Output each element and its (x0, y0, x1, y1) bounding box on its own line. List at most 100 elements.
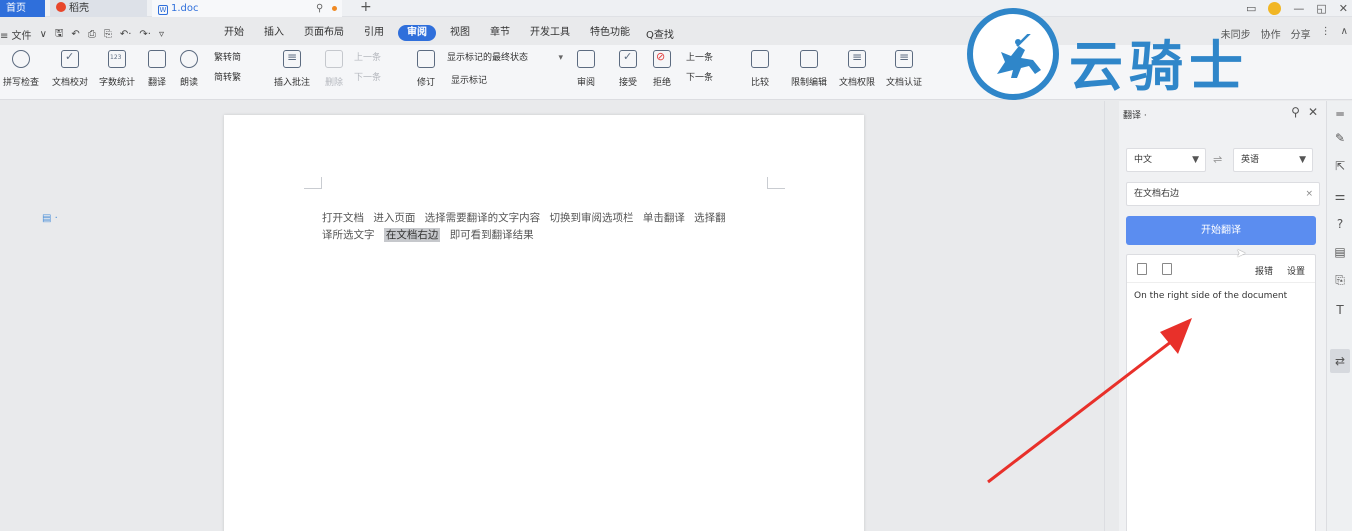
menu-insert[interactable]: 插入 (254, 25, 294, 41)
menu-start[interactable]: 开始 (214, 25, 254, 41)
delete-comment-button[interactable]: 删除 (320, 50, 348, 88)
compare-label: 比较 (750, 78, 769, 88)
search-button[interactable]: Q查找 (640, 25, 680, 42)
document-page[interactable]: 打开文档 进入页面 选择需要翻译的文字内容 切换到审阅选项栏 单击翻译 选择翻 … (224, 115, 864, 531)
translate-input-value: 在文档右边 (1134, 189, 1180, 199)
menu-chapter[interactable]: 章节 (480, 25, 520, 41)
text-icon[interactable]: T (1333, 303, 1347, 317)
insert-comment-button[interactable]: 插入批注 (270, 50, 314, 88)
wordcount-button[interactable]: 字数统计 (96, 50, 138, 88)
pen-icon[interactable]: ✎ (1333, 131, 1347, 145)
accept-label: 接受 (618, 78, 637, 88)
proofread-icon (61, 50, 79, 68)
menu-developer[interactable]: 开发工具 (520, 25, 580, 41)
review-pane-button[interactable]: 审阅 (572, 50, 600, 88)
next-change-button[interactable]: 下一条 (686, 70, 736, 86)
margin-corner-top-right (767, 177, 785, 189)
pin-pane-icon[interactable]: ⚲ (1291, 105, 1300, 119)
next-comment-button[interactable]: 下一条 (354, 70, 404, 86)
target-language-value: 英语 (1241, 155, 1260, 165)
customize-icon[interactable]: ▿ (159, 29, 164, 40)
track-changes-button[interactable]: 修订 (412, 50, 440, 88)
menu-features[interactable]: 特色功能 (580, 25, 640, 41)
doc-cert-button[interactable]: 文档认证 (883, 50, 925, 88)
document-body[interactable]: 打开文档 进入页面 选择需要翻译的文字内容 切换到审阅选项栏 单击翻译 选择翻 … (322, 210, 777, 244)
save-icon[interactable]: 🖫 (55, 26, 64, 43)
menu-icon[interactable]: ═ (1333, 107, 1347, 121)
settings-link[interactable]: 设置 (1287, 264, 1305, 277)
comment-nav-group: 上一条 下一条 (354, 50, 404, 90)
doc-copy-icon[interactable]: ⎘ (1333, 273, 1347, 287)
prev-change-button[interactable]: 上一条 (686, 50, 736, 66)
undo-icon[interactable]: ↶· (120, 29, 132, 40)
read-aloud-icon (180, 50, 198, 68)
target-language-select[interactable]: 英语 ▼ (1233, 148, 1313, 172)
tab-document[interactable]: W 1.doc ⚲ (152, 0, 342, 17)
file-menu-caret-icon[interactable]: ∨ (40, 29, 47, 40)
start-translate-button[interactable]: 开始翻译 (1126, 216, 1316, 245)
markup-mode-select[interactable]: 显示标记的最终状态 (447, 51, 565, 66)
show-markup-button[interactable]: 显示标记 (451, 73, 531, 89)
pane-header-icons: ⚲ ✕ (1291, 105, 1318, 119)
to-simp-button[interactable]: 简转繁 (214, 70, 264, 86)
source-language-value: 中文 (1134, 155, 1153, 165)
translate-input[interactable]: 在文档右边 × (1126, 182, 1320, 206)
translate-button[interactable]: 翻译 (142, 50, 172, 88)
menu-references[interactable]: 引用 (354, 25, 394, 41)
spellcheck-button[interactable]: 拼写检查 (0, 50, 42, 88)
swap-languages-icon[interactable]: ⇌ (1213, 153, 1222, 166)
unsaved-dot-icon (332, 6, 337, 11)
paragraph-options-icon[interactable]: ▤ · (42, 213, 58, 224)
file-menu[interactable]: ≡ 文件 (0, 27, 32, 42)
print-preview-icon[interactable]: ⎘ (104, 29, 112, 40)
spellcheck-label: 拼写检查 (2, 78, 39, 88)
pointer-icon[interactable]: ⇱ (1333, 159, 1347, 173)
tab-daoke[interactable]: 稻壳 (50, 0, 147, 17)
translate-label: 翻译 (147, 78, 166, 88)
menu-review[interactable]: 审阅 (398, 25, 436, 41)
collapse-ribbon-icon[interactable]: ∧ (1341, 26, 1348, 41)
undo-history-icon[interactable]: ↶ (71, 29, 79, 40)
compare-icon (751, 50, 769, 68)
restore-button[interactable]: ◱ (1316, 2, 1326, 15)
pane-title[interactable]: 翻译 · (1123, 108, 1147, 121)
read-aloud-button[interactable]: 朗读 (176, 50, 202, 88)
restrict-editing-button[interactable]: 限制编辑 (788, 50, 830, 88)
source-language-select[interactable]: 中文 ▼ (1126, 148, 1206, 172)
reject-button[interactable]: 拒绝 (648, 50, 676, 88)
tab-home[interactable]: 首页 (0, 0, 45, 17)
selected-text[interactable]: 在文档右边 (383, 228, 441, 242)
restrict-editing-label: 限制编辑 (790, 78, 827, 88)
doc-settings-icon[interactable]: ▤ (1333, 245, 1347, 259)
translate-tool-icon[interactable]: ⇄ (1330, 349, 1350, 373)
clear-input-icon[interactable]: × (1305, 183, 1313, 205)
new-tab-button[interactable]: + (360, 0, 372, 15)
trad-simp-group: 繁转简 简转繁 (214, 50, 264, 90)
margin-corner-top-left (304, 177, 322, 189)
insert-result-icon[interactable] (1137, 263, 1147, 275)
pane-scrollbar[interactable] (1105, 101, 1119, 531)
translation-result-text: On the right side of the document (1134, 291, 1288, 301)
menu-page-layout[interactable]: 页面布局 (294, 25, 354, 41)
pin-icon[interactable]: ⚲ (316, 0, 323, 17)
document-line-2: 译所选文字 在文档右边 即可看到翻译结果 (322, 227, 777, 244)
prev-comment-button[interactable]: 上一条 (354, 50, 404, 66)
more-icon[interactable]: ⋮ (1321, 26, 1331, 41)
menu-view[interactable]: 视图 (440, 25, 480, 41)
accept-button[interactable]: 接受 (614, 50, 642, 88)
close-window-button[interactable]: ✕ (1339, 2, 1348, 15)
redo-icon[interactable]: ↷· (139, 29, 151, 40)
doc-permission-button[interactable]: 文档权限 (836, 50, 878, 88)
print-icon[interactable]: ⎙ (88, 29, 96, 40)
close-pane-icon[interactable]: ✕ (1308, 105, 1318, 119)
to-trad-button[interactable]: 繁转简 (214, 50, 264, 66)
document-area: ▤ · 打开文档 进入页面 选择需要翻译的文字内容 切换到审阅选项栏 单击翻译 … (0, 101, 1104, 531)
copy-result-icon[interactable] (1162, 263, 1172, 275)
word-doc-icon: W (158, 5, 168, 15)
proofread-button[interactable]: 文档校对 (49, 50, 91, 88)
help-icon[interactable]: ? (1333, 217, 1347, 231)
document-line-2-start: 译所选文字 (322, 229, 375, 241)
compare-button[interactable]: 比较 (746, 50, 774, 88)
report-error-link[interactable]: 报错 (1255, 264, 1273, 277)
adjust-icon[interactable]: ⚌ (1333, 189, 1347, 203)
